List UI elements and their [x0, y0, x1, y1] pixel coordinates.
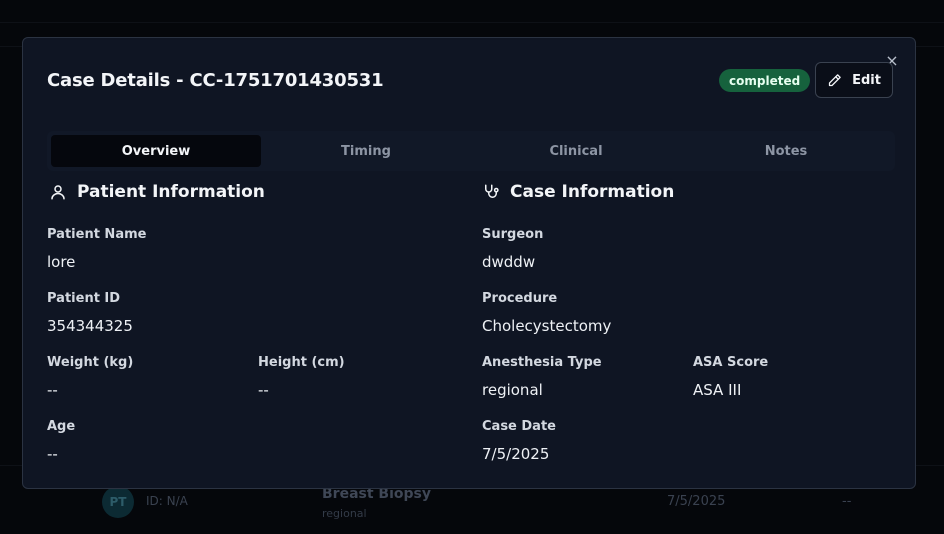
surgeon-label: Surgeon [482, 227, 544, 242]
height-label: Height (cm) [258, 355, 345, 370]
patient-id-value: 354344325 [47, 317, 133, 335]
procedure-value: Cholecystectomy [482, 317, 612, 335]
age-label: Age [47, 419, 76, 434]
edit-button[interactable]: Edit [815, 62, 893, 98]
patient-name-value: lore [47, 253, 76, 271]
weight-label: Weight (kg) [47, 355, 134, 370]
case-info-heading: Case Information [482, 182, 674, 202]
status-badge: completed [719, 69, 811, 92]
anesthesia-type-value: regional [482, 381, 543, 399]
row-patient-id: ID: N/A [146, 494, 188, 508]
row-anesthesia: regional [322, 507, 367, 520]
tab-notes[interactable]: Notes [681, 135, 891, 167]
tab-overview[interactable]: Overview [51, 135, 261, 167]
case-date-value: 7/5/2025 [482, 445, 550, 463]
age-value: -- [47, 445, 58, 463]
patient-id-label: Patient ID [47, 291, 121, 306]
tab-list: Overview Timing Clinical Notes [47, 131, 895, 171]
patient-info-title: Patient Information [77, 182, 265, 202]
divider [0, 22, 944, 23]
tab-clinical[interactable]: Clinical [471, 135, 681, 167]
procedure-label: Procedure [482, 291, 558, 306]
anesthesia-type-label: Anesthesia Type [482, 355, 602, 370]
tab-timing[interactable]: Timing [261, 135, 471, 167]
asa-score-value: ASA III [693, 381, 742, 399]
case-info-title: Case Information [510, 182, 675, 202]
patient-info-heading: Patient Information [49, 182, 265, 202]
modal-title: Case Details - CC-1751701430531 [47, 70, 384, 91]
asa-score-label: ASA Score [693, 355, 769, 370]
surgeon-value: dwddw [482, 253, 536, 271]
height-value: -- [258, 381, 269, 399]
stethoscope-icon [485, 184, 499, 198]
weight-value: -- [47, 381, 58, 399]
row-extra: -- [842, 494, 852, 509]
case-details-modal: × Case Details - CC-1751701430531 comple… [22, 37, 916, 489]
pencil-icon [828, 73, 841, 86]
edit-button-label: Edit [852, 72, 881, 88]
case-date-label: Case Date [482, 419, 556, 434]
user-icon [51, 185, 65, 200]
patient-name-label: Patient Name [47, 227, 147, 242]
row-date: 7/5/2025 [667, 494, 726, 509]
avatar: PT [102, 486, 134, 518]
